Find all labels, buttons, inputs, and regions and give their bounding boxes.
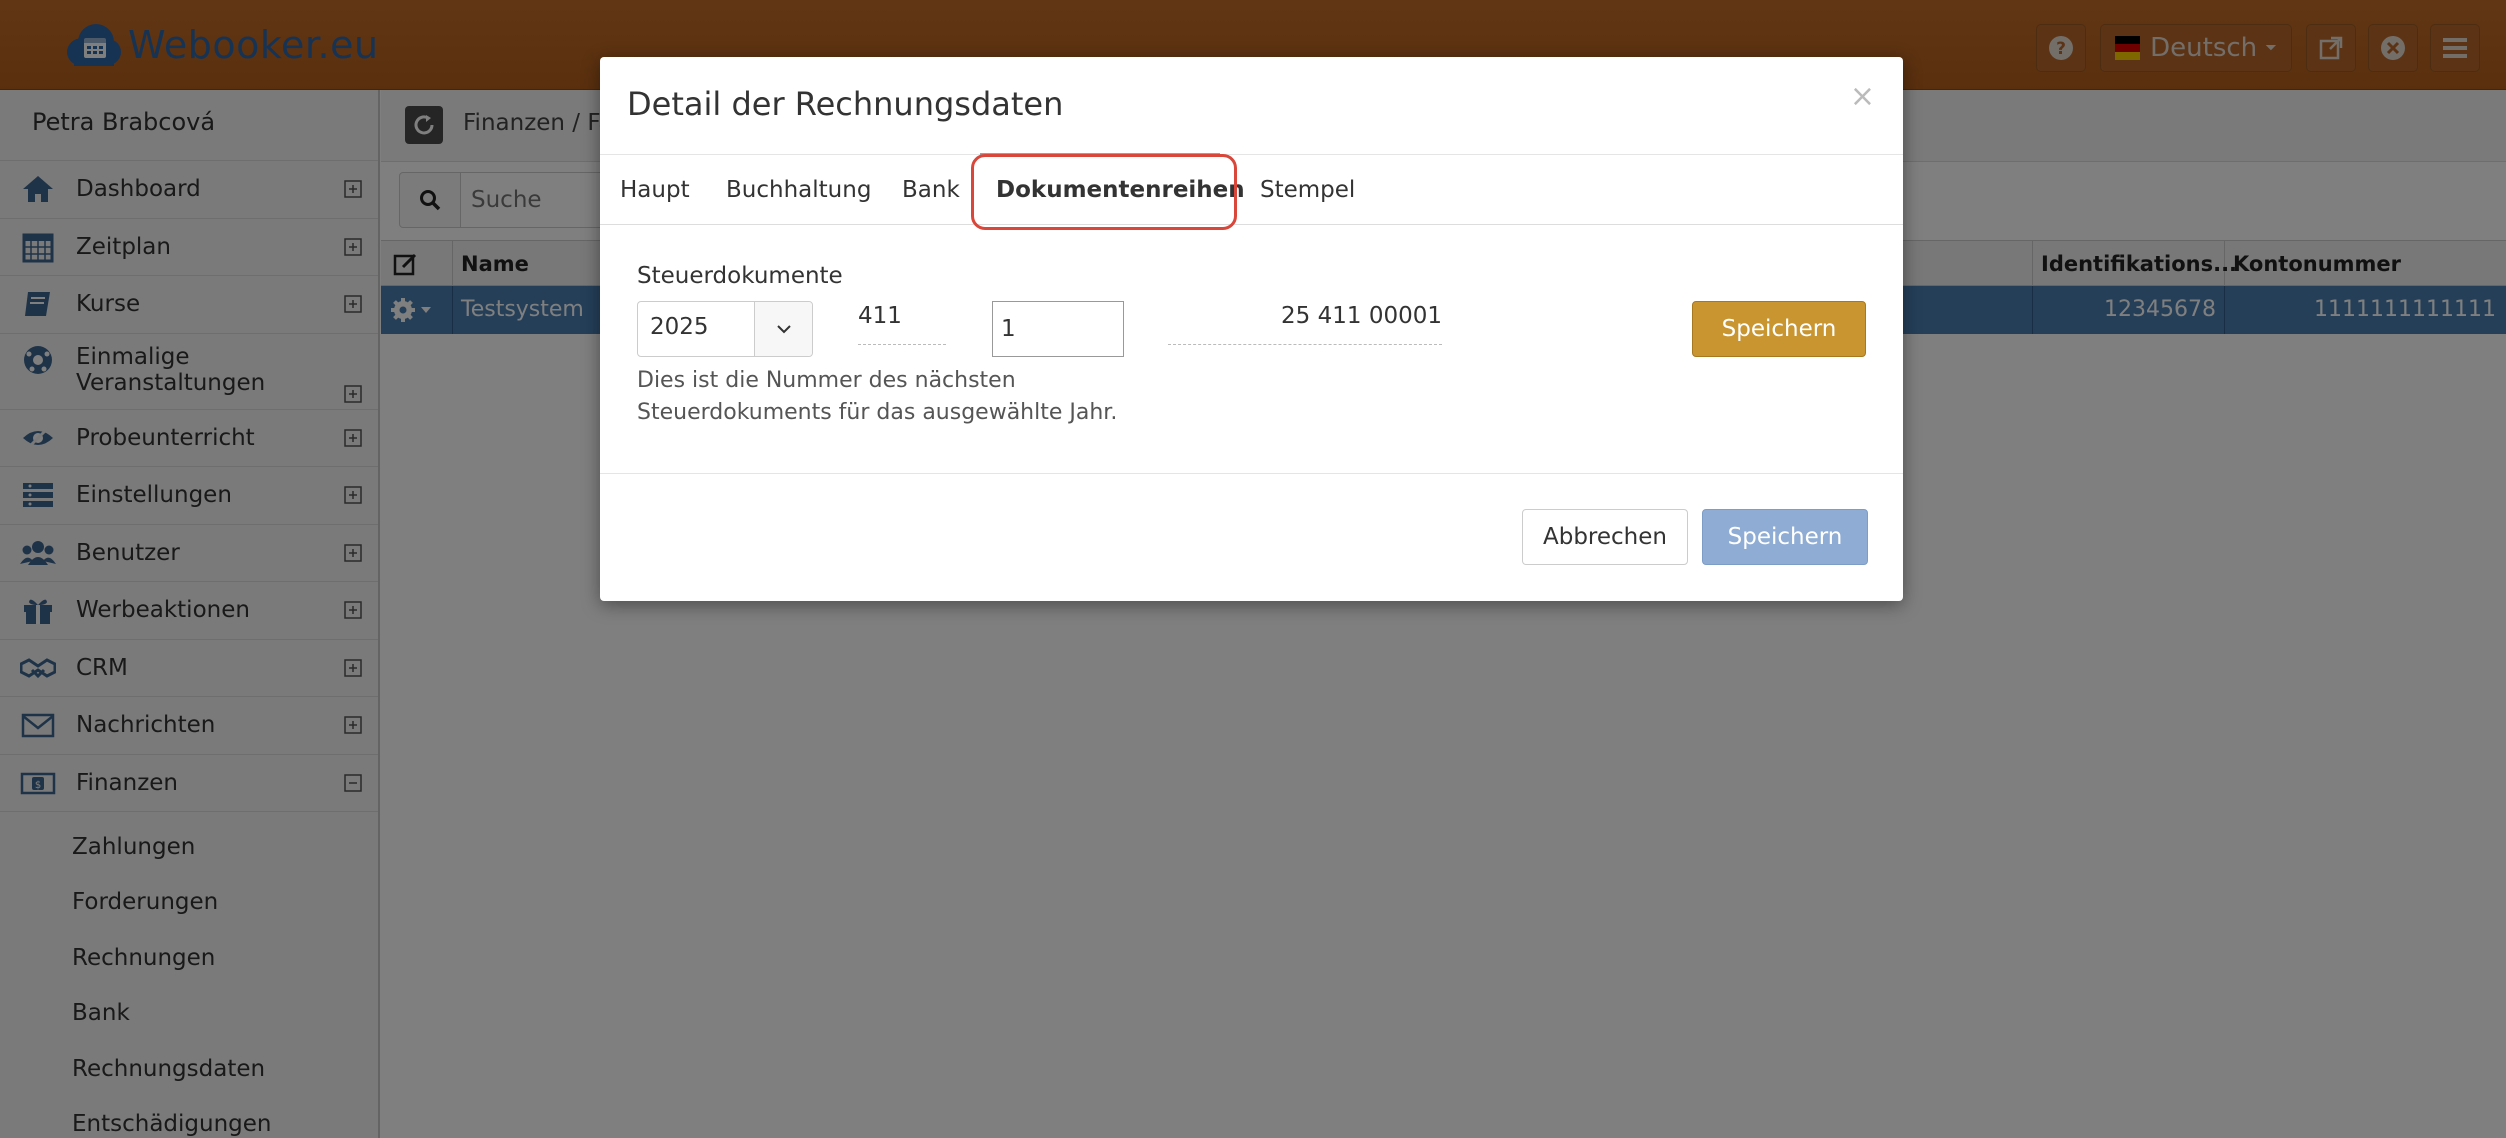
tab-bank[interactable]: Bank <box>902 155 960 225</box>
modal-tabs: Haupt Buchhaltung Bank Dokumentenreihen … <box>600 155 1903 225</box>
highlight-annotation <box>971 154 1237 230</box>
cancel-button[interactable]: Abbrechen <box>1522 509 1688 565</box>
modal-title: Detail der Rechnungsdaten <box>627 85 1064 123</box>
chevron-down-icon <box>776 325 791 334</box>
tab-stempel[interactable]: Stempel <box>1260 155 1355 225</box>
next-document-number: 25 411 00001 <box>1168 303 1442 345</box>
invoice-data-modal: Detail der Rechnungsdaten × Haupt Buchha… <box>600 57 1903 601</box>
tab-buchhaltung[interactable]: Buchhaltung <box>726 155 871 225</box>
year-select-value: 2025 <box>650 314 709 340</box>
save-series-button[interactable]: Speichern <box>1692 301 1866 357</box>
close-icon[interactable]: × <box>1850 79 1875 114</box>
series-prefix: 411 <box>858 303 946 345</box>
save-button[interactable]: Speichern <box>1702 509 1868 565</box>
year-select[interactable]: 2025 <box>637 301 813 357</box>
tax-documents-label: Steuerdokumente <box>637 263 843 289</box>
next-number-input[interactable] <box>992 301 1124 357</box>
year-select-toggle[interactable] <box>754 302 812 356</box>
help-text: Dies ist die Nummer des nächsten Steuerd… <box>637 368 1118 425</box>
tab-haupt[interactable]: Haupt <box>620 155 690 225</box>
